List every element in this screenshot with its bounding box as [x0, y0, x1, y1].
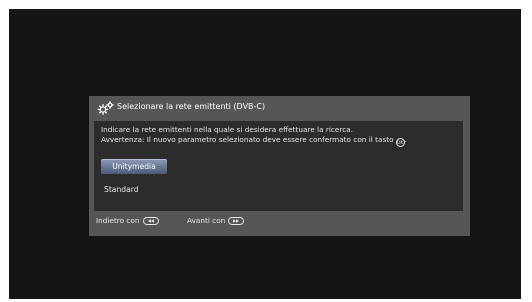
dialog-header: Selezionare la rete emittenti (DVB-C): [89, 96, 470, 120]
dialog-footer: Indietro con Avanti con: [94, 215, 464, 229]
option-unitymedia[interactable]: Unitymedia: [101, 159, 167, 174]
warning-text-content: Avvertenza: Il nuovo parametro seleziona…: [101, 135, 394, 144]
network-selection-dialog: Selezionare la rete emittenti (DVB-C) In…: [89, 96, 470, 236]
back-hint[interactable]: Indietro con: [96, 216, 159, 225]
settings-gears-icon: [97, 101, 114, 115]
ok-key-icon: OK: [395, 138, 405, 147]
next-label: Avanti con: [187, 216, 226, 225]
tv-screen: Selezionare la rete emittenti (DVB-C) In…: [9, 9, 521, 299]
dialog-title: Selezionare la rete emittenti (DVB-C): [117, 102, 266, 111]
dialog-body: Indicare la rete emittenti nella quale s…: [94, 121, 463, 211]
fast-forward-key-icon: [228, 216, 245, 225]
back-label: Indietro con: [96, 216, 140, 225]
warning-text: Avvertenza: Il nuovo parametro seleziona…: [101, 135, 407, 147]
next-hint[interactable]: Avanti con: [187, 216, 245, 225]
instruction-text: Indicare la rete emittenti nella quale s…: [101, 125, 354, 134]
rewind-key-icon: [142, 216, 159, 225]
option-standard[interactable]: Standard: [104, 185, 139, 194]
